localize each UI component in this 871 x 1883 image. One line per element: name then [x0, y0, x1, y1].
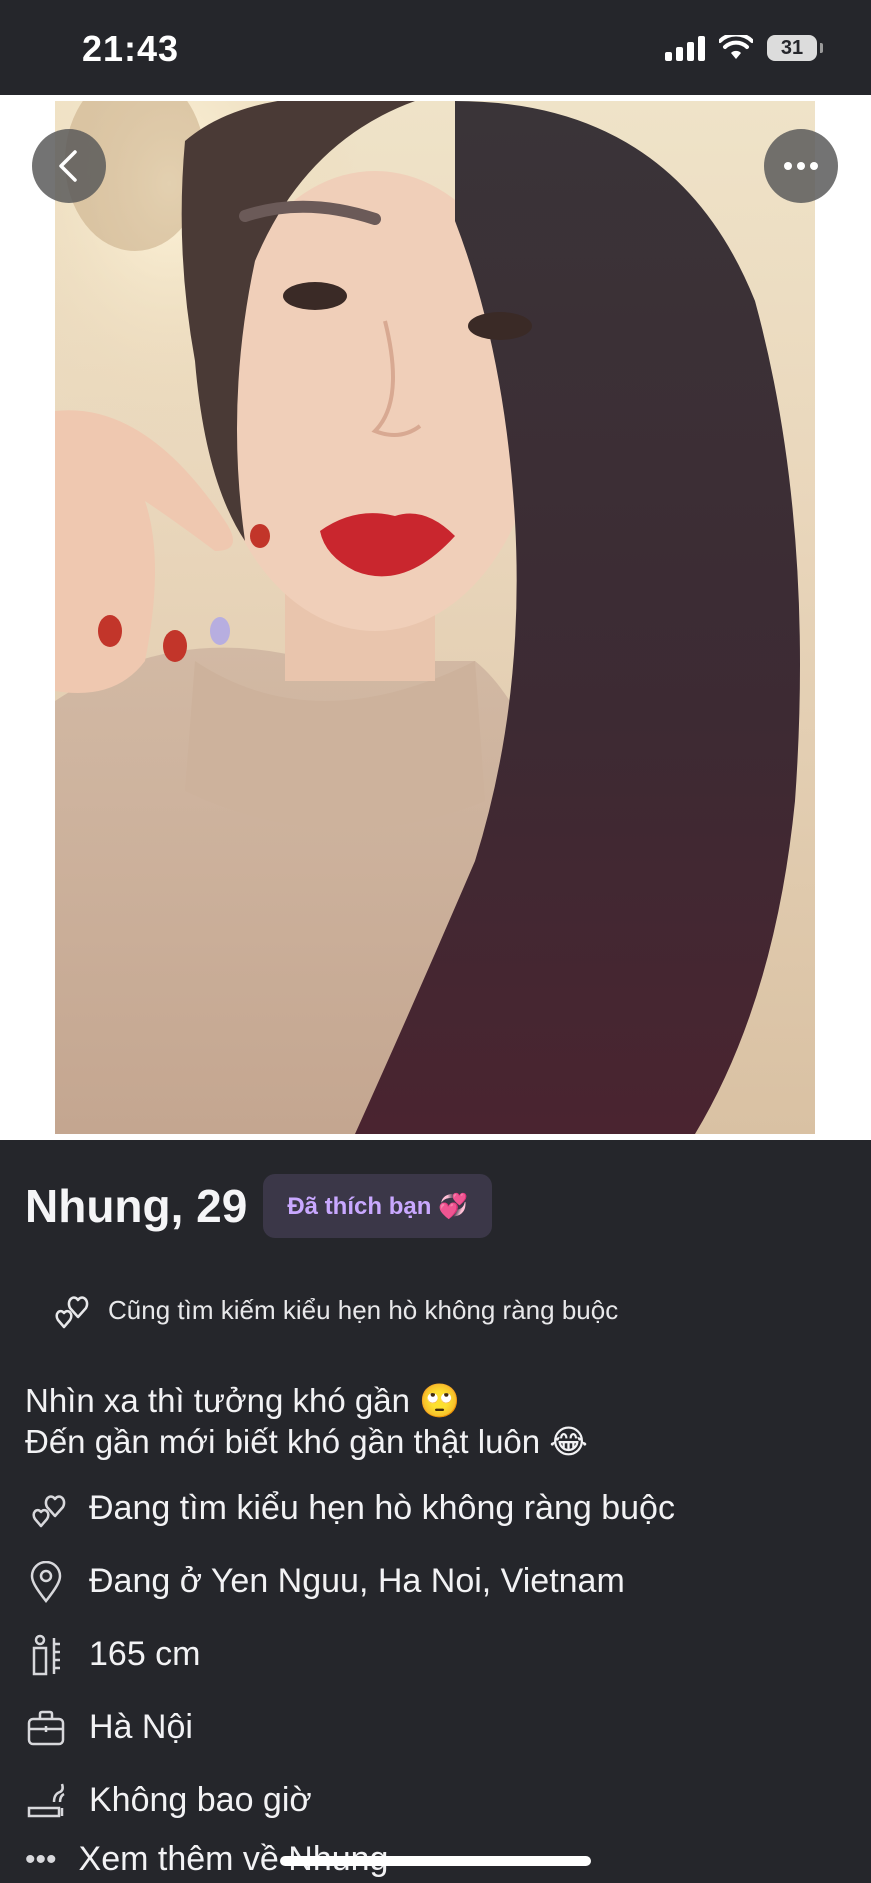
- hearts-icon: [25, 1488, 67, 1530]
- name-row: Nhung, 29 Đã thích bạn 💞: [25, 1174, 492, 1238]
- profile-photo[interactable]: [55, 101, 815, 1134]
- cellular-signal-icon: [665, 35, 705, 61]
- also-looking-text: Cũng tìm kiếm kiểu hẹn hò không ràng buộ…: [108, 1294, 619, 1325]
- detail-text: Đang tìm kiểu hẹn hò không ràng buộc: [89, 1489, 675, 1527]
- liked-you-badge: Đã thích bạn 💞: [263, 1174, 492, 1238]
- detail-row-work: Hà Nội: [25, 1691, 855, 1764]
- wifi-icon: [719, 35, 753, 59]
- profile-name-age: Nhung, 29: [25, 1180, 248, 1232]
- profile-details: Đang tìm kiểu hẹn hò không ràng buộc Đan…: [25, 1472, 855, 1837]
- battery-icon: 31: [767, 35, 823, 61]
- more-options-button[interactable]: [764, 129, 838, 203]
- profile-photo-area: [0, 95, 871, 1140]
- bio-line-2: Đến gần mới biết khó gần thật luôn 😂: [25, 1423, 588, 1460]
- bio-text: Nhìn xa thì tưởng khó gần 🙄 Đến gần mới …: [25, 1380, 588, 1462]
- hearts-icon: [55, 1296, 89, 1329]
- bio-line-1: Nhìn xa thì tưởng khó gần 🙄: [25, 1382, 461, 1419]
- back-button[interactable]: [32, 129, 106, 203]
- battery-level: 31: [780, 36, 804, 59]
- smoking-icon: [25, 1780, 67, 1822]
- chevron-left-icon: [59, 150, 77, 182]
- also-looking-row: Cũng tìm kiếm kiểu hẹn hò không ràng buộ…: [48, 1290, 618, 1330]
- detail-text: Hà Nội: [89, 1708, 193, 1746]
- status-bar: 21:43 31: [0, 0, 871, 95]
- detail-row-height: 165 cm: [25, 1618, 855, 1691]
- home-indicator[interactable]: [280, 1856, 591, 1866]
- detail-row-location: Đang ở Yen Nguu, Ha Noi, Vietnam: [25, 1545, 855, 1618]
- location-pin-icon: [25, 1560, 67, 1603]
- detail-text: Đang ở Yen Nguu, Ha Noi, Vietnam: [89, 1562, 625, 1600]
- more-dots-icon: •••: [25, 1842, 57, 1876]
- profile-info: Nhung, 29 Đã thích bạn 💞 Cũng tìm kiếm k…: [0, 1140, 871, 1883]
- detail-row-smoking: Không bao giờ: [25, 1764, 855, 1837]
- detail-row-dating-intent: Đang tìm kiểu hẹn hò không ràng buộc: [25, 1472, 855, 1545]
- more-dots-icon: [784, 162, 818, 170]
- briefcase-icon: [25, 1707, 67, 1749]
- status-icons: 31: [665, 32, 823, 64]
- detail-text: Không bao giờ: [89, 1781, 312, 1819]
- detail-text: 165 cm: [89, 1635, 201, 1673]
- height-ruler-icon: [25, 1634, 67, 1676]
- status-time: 21:43: [82, 28, 180, 69]
